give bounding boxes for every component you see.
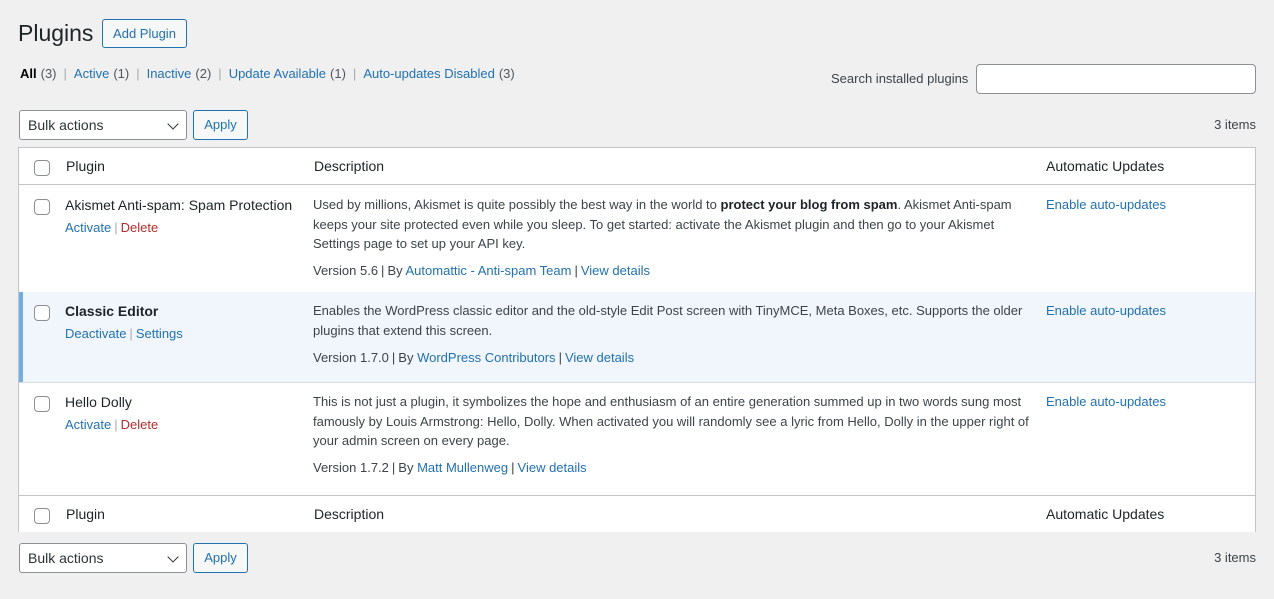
plugin-description: This is not just a plugin, it symbolizes… bbox=[313, 392, 1033, 451]
plugin-description: Enables the WordPress classic editor and… bbox=[313, 301, 1033, 340]
filter-separator: | bbox=[63, 66, 67, 81]
table-row-akismet: Akismet Anti-spam: Spam Protection Activ… bbox=[19, 186, 1255, 292]
plugin-meta: Version 1.7.0 | By WordPress Contributors |… bbox=[313, 350, 634, 365]
filter-active-link[interactable]: Active bbox=[74, 66, 109, 81]
plugin-name: Akismet Anti-spam: Spam Protection bbox=[65, 197, 293, 213]
filter-auto-updates-disabled-count: (3) bbox=[498, 66, 515, 81]
version-text: Version 1.7.2 bbox=[313, 460, 389, 475]
table-row-hello-dolly: Hello Dolly Activate | Delete This is not … bbox=[19, 382, 1255, 494]
filter-all-count: (3) bbox=[40, 66, 57, 81]
plugins-page: Plugins Add Plugin All (3) | Active (1) | In… bbox=[0, 0, 1274, 599]
view-details-link[interactable]: View details bbox=[518, 460, 587, 475]
filter-update-available-link[interactable]: Update Available bbox=[229, 66, 326, 81]
row-actions: Activate | Delete bbox=[65, 417, 158, 432]
author-link[interactable]: WordPress Contributors bbox=[417, 350, 555, 365]
search-input[interactable] bbox=[976, 64, 1256, 94]
chevron-down-icon bbox=[167, 551, 179, 563]
description-bold: protect your blog from spam bbox=[720, 197, 898, 212]
column-description: Description bbox=[314, 506, 385, 522]
settings-link[interactable]: Settings bbox=[136, 326, 183, 341]
by-text: By bbox=[398, 460, 414, 475]
select-all-checkbox-footer[interactable] bbox=[34, 508, 50, 524]
table-header: Plugin Description Automatic Updates bbox=[19, 148, 1255, 185]
status-filters: All (3) | Active (1) | Inactive (2) | Update A… bbox=[20, 66, 515, 81]
action-separator: | bbox=[129, 326, 133, 341]
column-description: Description bbox=[314, 158, 385, 174]
plugin-description: Used by millions, Akismet is quite possi… bbox=[313, 195, 1033, 254]
column-auto-updates: Automatic Updates bbox=[1046, 158, 1165, 174]
bulk-actions-value: Bulk actions bbox=[28, 117, 104, 133]
bulk-actions-select-top[interactable]: Bulk actions bbox=[19, 110, 187, 140]
version-text: Version 1.7.0 bbox=[313, 350, 389, 365]
active-indicator-bar bbox=[19, 292, 23, 382]
meta-separator: | bbox=[574, 263, 578, 278]
items-count-top: 3 items bbox=[1214, 117, 1256, 132]
enable-auto-updates-link[interactable]: Enable auto-updates bbox=[1046, 394, 1166, 409]
row-actions: Activate | Delete bbox=[65, 220, 158, 235]
row-checkbox[interactable] bbox=[34, 199, 50, 215]
filter-all[interactable]: All (3) | bbox=[20, 66, 74, 81]
table-footer: Plugin Description Automatic Updates bbox=[19, 495, 1255, 532]
filter-update-available[interactable]: Update Available (1) | bbox=[229, 66, 364, 81]
activate-link[interactable]: Activate bbox=[65, 417, 111, 432]
table-row-classic-editor: Classic Editor Deactivate | Settings Enabl… bbox=[19, 292, 1255, 382]
meta-separator: | bbox=[558, 350, 562, 365]
version-text: Version 5.6 bbox=[313, 263, 379, 278]
filter-auto-updates-disabled[interactable]: Auto-updates Disabled (3) bbox=[363, 66, 514, 81]
column-plugin: Plugin bbox=[66, 158, 105, 174]
page-title: Plugins bbox=[18, 20, 94, 46]
plugin-name: Classic Editor bbox=[65, 303, 159, 319]
filter-auto-updates-disabled-link[interactable]: Auto-updates Disabled bbox=[363, 66, 495, 81]
action-separator: | bbox=[114, 417, 118, 432]
filter-inactive-link[interactable]: Inactive bbox=[147, 66, 192, 81]
enable-auto-updates-link[interactable]: Enable auto-updates bbox=[1046, 303, 1166, 318]
description-text: Enables the WordPress classic editor and… bbox=[313, 303, 1023, 338]
filter-separator: | bbox=[218, 66, 222, 81]
view-details-link[interactable]: View details bbox=[565, 350, 634, 365]
description-text: Used by millions, Akismet is quite possi… bbox=[313, 197, 721, 212]
delete-link[interactable]: Delete bbox=[121, 417, 159, 432]
plugin-meta: Version 1.7.2 | By Matt Mullenweg | View det… bbox=[313, 460, 587, 475]
meta-separator: | bbox=[391, 350, 396, 365]
row-actions: Deactivate | Settings bbox=[65, 326, 183, 341]
delete-link[interactable]: Delete bbox=[121, 220, 159, 235]
apply-button-bottom[interactable]: Apply bbox=[193, 543, 248, 573]
filter-inactive-count: (2) bbox=[195, 66, 212, 81]
filter-active[interactable]: Active (1) | bbox=[74, 66, 147, 81]
by-text: By bbox=[398, 350, 414, 365]
column-auto-updates: Automatic Updates bbox=[1046, 506, 1165, 522]
activate-link[interactable]: Activate bbox=[65, 220, 111, 235]
search-label: Search installed plugins bbox=[831, 71, 969, 86]
select-all-checkbox[interactable] bbox=[34, 160, 50, 176]
apply-button-top[interactable]: Apply bbox=[193, 110, 248, 140]
filter-update-available-count: (1) bbox=[330, 66, 346, 81]
bulk-actions-select-bottom[interactable]: Bulk actions bbox=[19, 543, 187, 573]
view-details-link[interactable]: View details bbox=[581, 263, 650, 278]
items-count-bottom: 3 items bbox=[1214, 550, 1256, 565]
column-plugin: Plugin bbox=[66, 506, 105, 522]
meta-separator: | bbox=[391, 460, 396, 475]
author-link[interactable]: Automattic - Anti-spam Team bbox=[406, 263, 572, 278]
filter-separator: | bbox=[352, 66, 357, 81]
deactivate-link[interactable]: Deactivate bbox=[65, 326, 126, 341]
by-text: By bbox=[387, 263, 403, 278]
enable-auto-updates-link[interactable]: Enable auto-updates bbox=[1046, 197, 1166, 212]
filter-active-count: (1) bbox=[113, 66, 130, 81]
plugin-meta: Version 5.6 | By Automattic - Anti-spam Te… bbox=[313, 263, 650, 278]
meta-separator: | bbox=[381, 263, 385, 278]
meta-separator: | bbox=[511, 460, 515, 475]
filter-all-label[interactable]: All bbox=[20, 66, 37, 81]
author-link[interactable]: Matt Mullenweg bbox=[417, 460, 508, 475]
filter-inactive[interactable]: Inactive (2) | bbox=[147, 66, 229, 81]
plugins-table: Plugin Description Automatic Updates Aki… bbox=[18, 147, 1256, 532]
add-plugin-button[interactable]: Add Plugin bbox=[102, 19, 187, 48]
filter-separator: | bbox=[136, 66, 140, 81]
action-separator: | bbox=[114, 220, 118, 235]
row-checkbox[interactable] bbox=[34, 396, 50, 412]
plugin-name: Hello Dolly bbox=[65, 394, 132, 410]
description-text: This is not just a plugin, it symbolizes… bbox=[313, 394, 1029, 448]
row-checkbox[interactable] bbox=[34, 305, 50, 321]
chevron-down-icon bbox=[167, 118, 179, 130]
bulk-actions-value: Bulk actions bbox=[28, 550, 104, 566]
